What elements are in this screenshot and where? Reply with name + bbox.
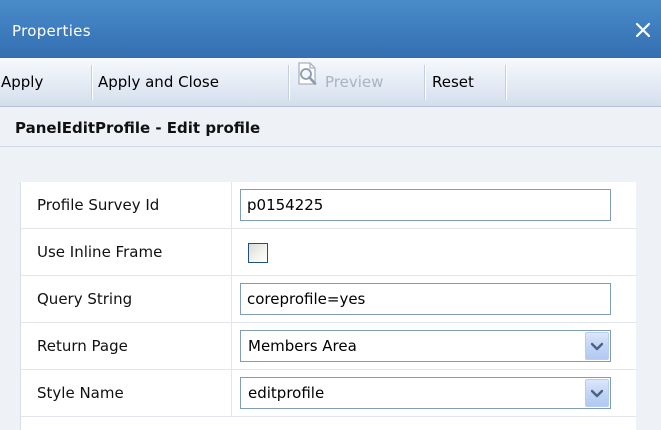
property-row-use-inline-frame: Use Inline Frame [21, 229, 637, 276]
apply-button-label: Apply [1, 73, 44, 91]
toolbar: Apply Apply and Close Preview Reset [0, 58, 661, 107]
profile-survey-id-input[interactable] [240, 189, 611, 221]
preview-button[interactable]: Preview [289, 62, 426, 100]
query-string-input[interactable] [240, 283, 611, 315]
properties-panel: Profile Survey Id Use Inline Frame Query… [0, 147, 661, 430]
property-row-return-page: Return Page Members Area [21, 323, 637, 370]
property-grid: Profile Survey Id Use Inline Frame Query… [20, 182, 637, 430]
window-titlebar: Properties [0, 0, 661, 58]
use-inline-frame-checkbox[interactable] [248, 243, 268, 263]
style-name-select[interactable]: editprofile [240, 377, 611, 409]
reset-button-label: Reset [432, 73, 474, 91]
query-string-label: Query String [21, 276, 232, 322]
property-row-profile-survey-id: Profile Survey Id [21, 182, 637, 229]
apply-button[interactable]: Apply [0, 65, 93, 100]
panel-heading: PanelEditProfile - Edit profile [15, 119, 261, 137]
style-name-selected-value: editprofile [248, 384, 325, 402]
chevron-down-icon[interactable] [585, 332, 609, 360]
use-inline-frame-label: Use Inline Frame [21, 229, 232, 275]
profile-survey-id-label: Profile Survey Id [21, 182, 232, 228]
return-page-select[interactable]: Members Area [240, 330, 611, 362]
close-icon[interactable] [632, 19, 654, 41]
panel-header: PanelEditProfile - Edit profile [0, 107, 661, 147]
chevron-down-icon[interactable] [585, 379, 609, 407]
apply-and-close-button[interactable]: Apply and Close [92, 65, 290, 100]
return-page-selected-value: Members Area [248, 337, 357, 355]
reset-button[interactable]: Reset [425, 65, 507, 100]
property-row-style-name: Style Name editprofile [21, 370, 637, 417]
property-row-query-string: Query String [21, 276, 637, 323]
magnifier-page-icon [296, 61, 320, 100]
window-title: Properties [12, 22, 91, 40]
preview-button-label: Preview [325, 73, 384, 91]
style-name-label: Style Name [21, 370, 232, 416]
apply-and-close-button-label: Apply and Close [98, 73, 219, 91]
return-page-label: Return Page [21, 323, 232, 369]
